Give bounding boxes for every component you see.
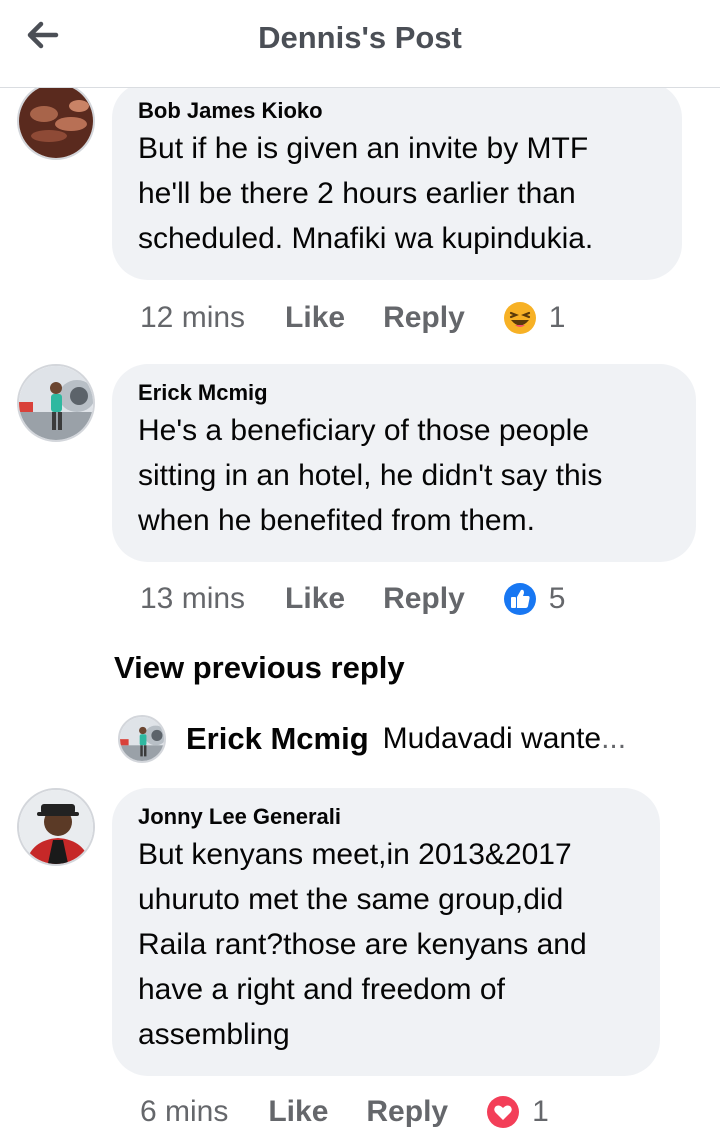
comment-text-line: He's a beneficiary of those people [138, 414, 590, 447]
reply-author: Erick Mcmig [186, 721, 369, 756]
comment-meta: 13 mins Like Reply 5 [140, 577, 565, 621]
reply-button[interactable]: Reply [383, 301, 465, 335]
comment-text-line: he'll be there 2 hours earlier than [138, 177, 576, 210]
comment-text-line: But kenyans meet,in 2013&2017 [138, 838, 572, 871]
avatar-photo [19, 366, 93, 440]
reply-ellipsis: ... [601, 722, 627, 755]
reply-preview[interactable]: Erick Mcmig Mudavadi wante ... [118, 714, 626, 764]
comment-text-line: uhuruto met the same group,did [138, 883, 564, 916]
comment-time: 12 mins [140, 301, 246, 334]
reply-button[interactable]: Reply [383, 582, 465, 616]
avatar-photo [120, 717, 164, 761]
avatar[interactable] [17, 82, 95, 160]
avatar [118, 715, 166, 763]
avatar[interactable] [17, 788, 95, 866]
like-button[interactable]: Like [285, 582, 345, 616]
like-button[interactable]: Like [268, 1095, 328, 1129]
reply-text: Mudavadi wante [382, 722, 602, 755]
thumbs-up-icon[interactable] [503, 582, 537, 616]
avatar[interactable] [17, 364, 95, 442]
comment-author[interactable]: Jonny Lee Generali [138, 802, 634, 832]
comment-text-line: Raila rant?those are kenyans and [138, 928, 587, 961]
comment-bubble[interactable]: Bob James Kioko But if he is given an in… [112, 82, 682, 280]
comment-meta: 12 mins Like Reply 1 [140, 296, 565, 340]
view-previous-reply-link[interactable]: View previous reply [114, 650, 405, 686]
comment-time: 13 mins [140, 582, 246, 615]
like-button[interactable]: Like [285, 301, 345, 335]
reaction-count: 1 [532, 1095, 549, 1128]
comment-text-line: scheduled. Mnafiki wa kupindukia. [138, 222, 594, 255]
comment-text-line: have a right and freedom of [138, 973, 505, 1006]
avatar-photo [19, 84, 93, 158]
comment-time: 6 mins [140, 1095, 229, 1128]
top-bar: Dennis's Post [0, 0, 720, 88]
avatar-photo [19, 790, 93, 864]
comment-bubble[interactable]: Erick Mcmig He's a beneficiary of those … [112, 364, 696, 562]
comment-text-line: sitting in an hotel, he didn't say this [138, 459, 603, 492]
comment-text-line: when he benefited from them. [138, 504, 535, 537]
reply-button[interactable]: Reply [366, 1095, 448, 1129]
comment-author[interactable]: Bob James Kioko [138, 96, 656, 126]
comment-author[interactable]: Erick Mcmig [138, 378, 670, 408]
love-heart-icon[interactable] [486, 1095, 520, 1129]
haha-emoji-icon[interactable] [503, 301, 537, 335]
reaction-count: 5 [548, 582, 566, 615]
comment-text-line: But if he is given an invite by MTF [138, 132, 589, 165]
comment-meta: 6 mins Like Reply 1 [140, 1090, 549, 1134]
comment-text-line: assembling [138, 1018, 290, 1051]
comment-bubble[interactable]: Jonny Lee Generali But kenyans meet,in 2… [112, 788, 660, 1076]
page-title: Dennis's Post [258, 20, 462, 55]
reaction-count: 1 [548, 301, 566, 334]
